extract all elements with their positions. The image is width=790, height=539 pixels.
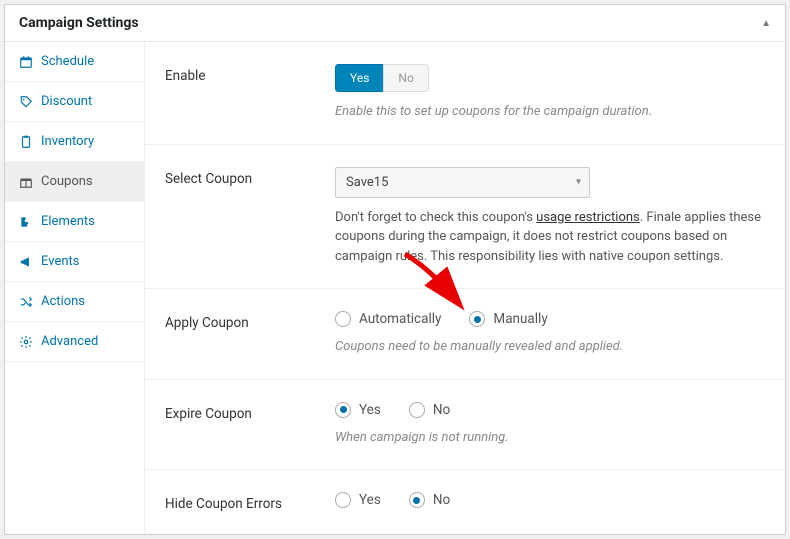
hide-errors-label: Hide Coupon Errors — [165, 492, 335, 512]
apply-auto-radio[interactable]: Automatically — [335, 311, 441, 327]
sidebar: Schedule Discount Inventory Coupons — [5, 42, 145, 534]
expire-coupon-help: When campaign is not running. — [335, 428, 765, 448]
enable-label: Enable — [165, 64, 335, 84]
enable-toggle: Yes No — [335, 64, 429, 92]
campaign-settings-panel: Campaign Settings ▲ Schedule Discount — [4, 4, 786, 535]
expire-yes-radio[interactable]: Yes — [335, 402, 381, 418]
sidebar-item-discount[interactable]: Discount — [5, 82, 144, 122]
radio-icon — [335, 311, 351, 327]
sidebar-item-label: Schedule — [41, 54, 94, 69]
sidebar-item-events[interactable]: Events — [5, 242, 144, 282]
select-coupon-label: Select Coupon — [165, 167, 335, 187]
hide-errors-yes-label: Yes — [359, 492, 381, 508]
radio-icon — [409, 492, 425, 508]
tag-icon — [19, 95, 33, 109]
apply-coupon-label: Apply Coupon — [165, 311, 335, 331]
sidebar-item-advanced[interactable]: Advanced — [5, 322, 144, 362]
field-select-coupon: Select Coupon Save15 Don't forget to che… — [145, 145, 785, 290]
coupon-select[interactable]: Save15 — [335, 167, 590, 198]
hide-errors-no-radio[interactable]: No — [409, 492, 450, 508]
collapse-icon[interactable]: ▲ — [761, 18, 771, 29]
coupon-select-value: Save15 — [346, 175, 388, 190]
radio-icon — [469, 311, 485, 327]
sidebar-item-schedule[interactable]: Schedule — [5, 42, 144, 82]
sidebar-item-label: Actions — [41, 294, 85, 309]
field-expire-coupon: Expire Coupon Yes No When campaign is no… — [145, 380, 785, 471]
panel-body: Schedule Discount Inventory Coupons — [5, 42, 785, 534]
panel-title: Campaign Settings — [19, 15, 139, 31]
apply-manual-label: Manually — [493, 311, 547, 327]
radio-icon — [335, 492, 351, 508]
sidebar-item-actions[interactable]: Actions — [5, 282, 144, 322]
sidebar-item-label: Advanced — [41, 334, 98, 349]
expire-no-label: No — [433, 402, 450, 418]
sidebar-item-label: Inventory — [41, 134, 94, 149]
sidebar-item-label: Discount — [41, 94, 92, 109]
sidebar-item-label: Events — [41, 254, 79, 269]
gear-icon — [19, 335, 33, 349]
enable-no-button[interactable]: No — [383, 64, 428, 92]
sidebar-item-label: Elements — [41, 214, 95, 229]
apply-auto-label: Automatically — [359, 311, 441, 327]
hide-errors-no-label: No — [433, 492, 450, 508]
apply-coupon-help: Coupons need to be manually revealed and… — [335, 337, 765, 357]
radio-icon — [409, 402, 425, 418]
sidebar-item-coupons[interactable]: Coupons — [5, 162, 144, 202]
hide-errors-yes-radio[interactable]: Yes — [335, 492, 381, 508]
usage-restrictions-link[interactable]: usage restrictions — [536, 210, 640, 225]
sidebar-item-label: Coupons — [41, 174, 93, 189]
field-hide-errors: Hide Coupon Errors Yes No — [145, 470, 785, 534]
field-apply-coupon: Apply Coupon Automatically Manually Coup… — [145, 289, 785, 380]
expire-no-radio[interactable]: No — [409, 402, 450, 418]
expire-coupon-label: Expire Coupon — [165, 402, 335, 422]
radio-icon — [335, 402, 351, 418]
enable-help: Enable this to set up coupons for the ca… — [335, 102, 765, 122]
puzzle-icon — [19, 215, 33, 229]
apply-manual-radio[interactable]: Manually — [469, 311, 547, 327]
expire-yes-label: Yes — [359, 402, 381, 418]
calendar-icon — [19, 55, 33, 69]
panel-header[interactable]: Campaign Settings ▲ — [5, 5, 785, 42]
content-area: Enable Yes No Enable this to set up coup… — [145, 42, 785, 534]
clipboard-icon — [19, 135, 33, 149]
sidebar-item-elements[interactable]: Elements — [5, 202, 144, 242]
megaphone-icon — [19, 255, 33, 269]
gift-icon — [19, 175, 33, 189]
select-coupon-desc: Don't forget to check this coupon's usag… — [335, 208, 765, 267]
sidebar-item-inventory[interactable]: Inventory — [5, 122, 144, 162]
field-enable: Enable Yes No Enable this to set up coup… — [145, 42, 785, 145]
shuffle-icon — [19, 295, 33, 309]
enable-yes-button[interactable]: Yes — [335, 64, 383, 92]
